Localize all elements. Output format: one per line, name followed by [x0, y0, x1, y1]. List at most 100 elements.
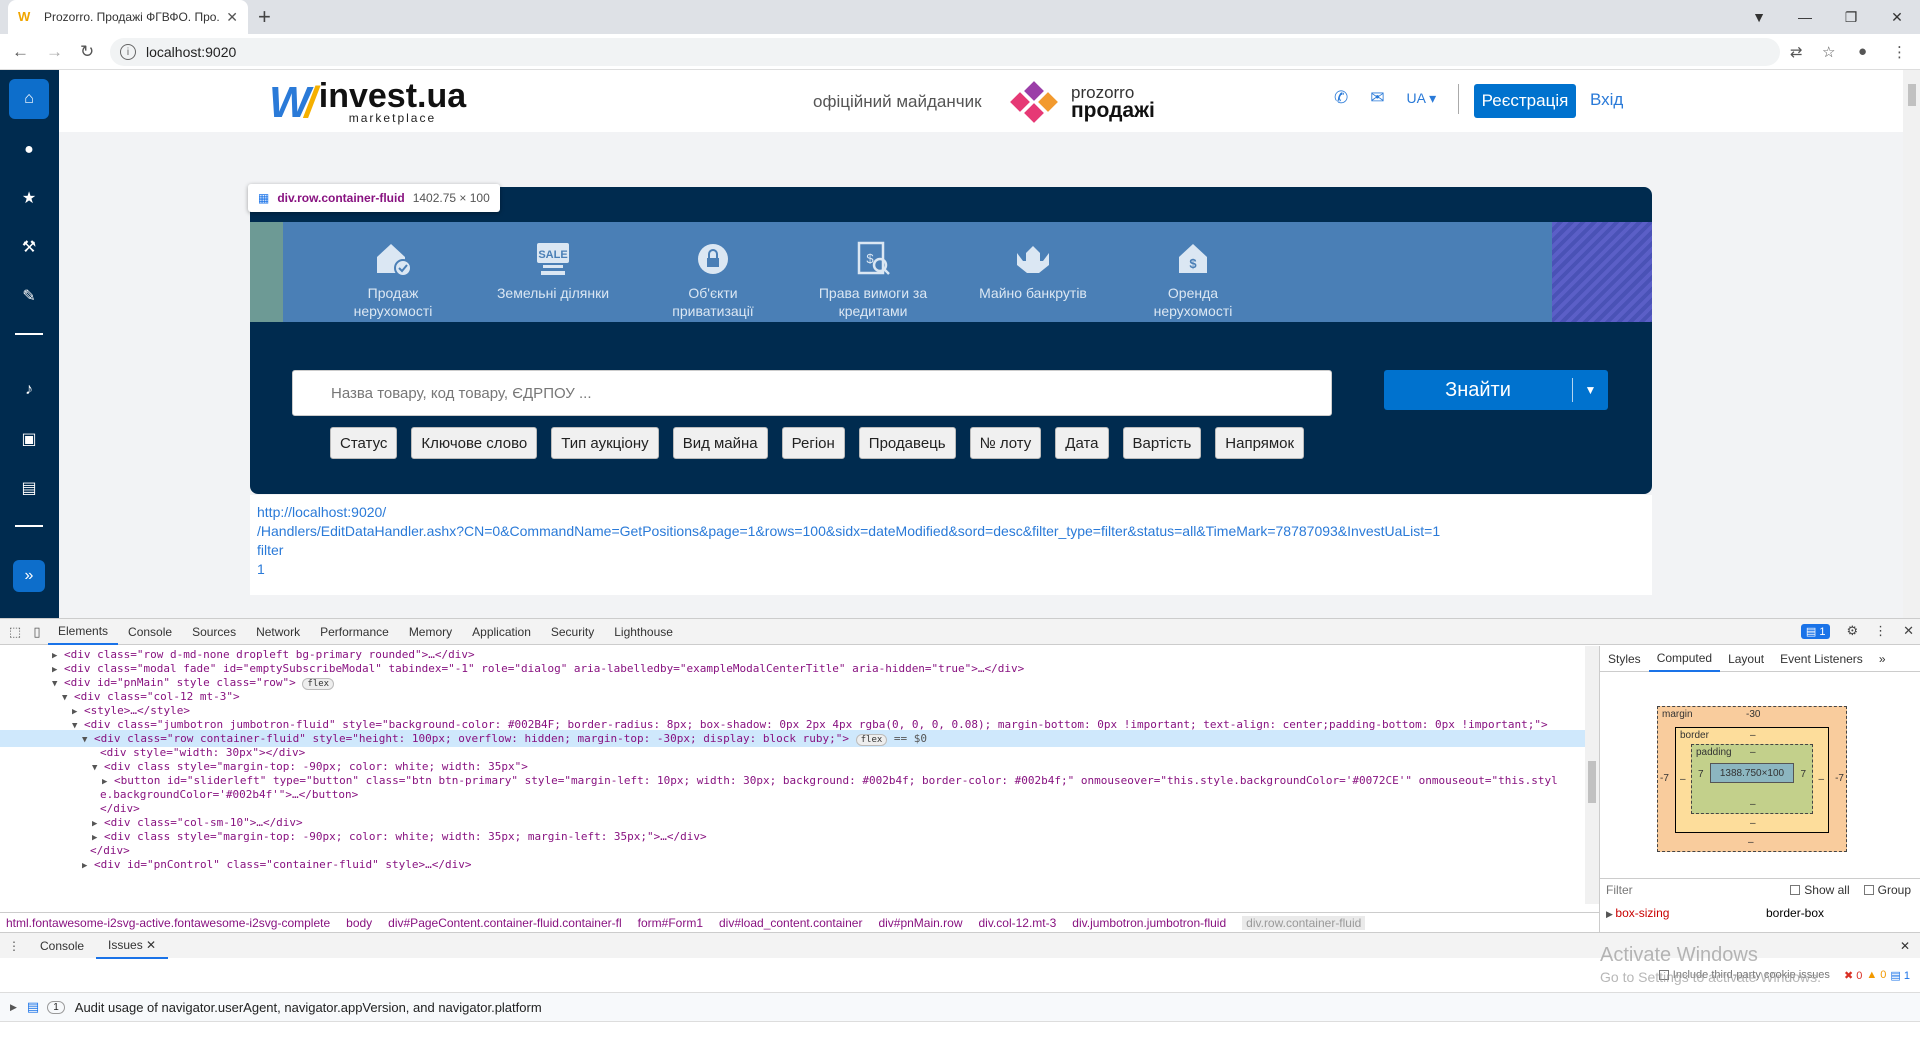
box-padding-right[interactable]: 7: [1800, 769, 1806, 780]
mail-icon[interactable]: ✉: [1370, 88, 1384, 108]
tab-sources[interactable]: Sources: [182, 619, 246, 645]
breadcrumb-item[interactable]: div#PageContent.container-fluid.containe…: [388, 916, 621, 930]
filter-lot-number[interactable]: № лоту: [969, 427, 1042, 459]
tab-memory[interactable]: Memory: [399, 619, 462, 645]
bell-icon[interactable]: ♪: [9, 370, 49, 410]
box-margin-right[interactable]: -7: [1835, 773, 1844, 784]
computed-filter[interactable]: Filter Show all Group: [1600, 878, 1920, 900]
tab-computed[interactable]: Computed: [1648, 646, 1721, 672]
filter-direction[interactable]: Напрямок: [1215, 427, 1305, 459]
user-icon[interactable]: ●: [9, 130, 49, 170]
filter-price[interactable]: Вартість: [1122, 427, 1202, 459]
filter-auction-type[interactable]: Тип аукціону: [551, 427, 659, 459]
dom-scrollbar[interactable]: [1585, 646, 1599, 904]
device-toolbar-icon[interactable]: ▯: [26, 624, 48, 640]
hammer-icon[interactable]: ⚒: [9, 227, 49, 267]
url-field[interactable]: i localhost:9020: [110, 38, 1780, 66]
tab-elements[interactable]: Elements: [48, 619, 119, 645]
issue-item[interactable]: ▶ ▤ 1 Audit usage of navigator.userAgent…: [0, 992, 1920, 1022]
breadcrumb-item[interactable]: div#load_content.container: [719, 916, 862, 930]
drawer-tab-issues[interactable]: Issues ✕: [96, 933, 169, 959]
group-checkbox[interactable]: Group: [1863, 883, 1911, 897]
expand-issue-icon[interactable]: ▶: [10, 1002, 17, 1013]
box-margin-bottom[interactable]: –: [1748, 837, 1754, 848]
browser-tab[interactable]: W Prozorro. Продажі ФГВФО. Про... ✕: [8, 0, 248, 34]
drawer-menu-icon[interactable]: ⋮: [0, 933, 28, 959]
debug-line[interactable]: /Handlers/EditDataHandler.ashx?CN=0&Comm…: [257, 522, 1645, 541]
drawer-tab-console[interactable]: Console: [28, 933, 96, 959]
box-border-right[interactable]: –: [1818, 774, 1824, 785]
pen-icon[interactable]: ✎: [9, 276, 49, 316]
breadcrumb-item[interactable]: form#Form1: [638, 916, 703, 930]
breadcrumb-item[interactable]: body: [346, 916, 372, 930]
more-tabs-icon[interactable]: »: [1871, 646, 1894, 672]
more-options-icon[interactable]: ⋮: [1874, 623, 1887, 639]
box-border-top[interactable]: –: [1750, 730, 1756, 741]
box-margin-left[interactable]: -7: [1660, 773, 1669, 784]
filter-region[interactable]: Регіон: [781, 427, 845, 459]
close-window-icon[interactable]: ✕: [1874, 0, 1920, 34]
filter-seller[interactable]: Продавець: [858, 427, 956, 459]
tab-performance[interactable]: Performance: [310, 619, 399, 645]
settings-gear-icon[interactable]: ⚙: [1846, 623, 1858, 639]
browser-menu-icon[interactable]: ⋮: [1892, 43, 1907, 61]
tab-layout[interactable]: Layout: [1720, 646, 1772, 672]
filter-keyword[interactable]: Ключове слово: [411, 427, 538, 459]
invest-ua-logo[interactable]: W/ invest.ua marketplace: [269, 78, 466, 128]
box-border-bottom[interactable]: –: [1750, 818, 1756, 829]
register-button[interactable]: Реєстрація: [1474, 84, 1576, 118]
box-padding-bottom[interactable]: –: [1750, 799, 1756, 810]
filter-date[interactable]: Дата: [1055, 427, 1109, 459]
tab-styles[interactable]: Styles: [1600, 646, 1649, 672]
profile-avatar-icon[interactable]: ●: [1858, 43, 1867, 60]
star-icon[interactable]: ★: [9, 178, 49, 218]
breadcrumb-current[interactable]: div.row.container-fluid: [1242, 915, 1366, 930]
tab-lighthouse[interactable]: Lighthouse: [604, 619, 683, 645]
restore-icon[interactable]: ❐: [1828, 0, 1874, 34]
home-icon[interactable]: ⌂: [9, 79, 49, 119]
breadcrumb-item[interactable]: div#pnMain.row: [878, 916, 962, 930]
back-icon[interactable]: ←: [12, 42, 29, 62]
translate-icon[interactable]: ⇄: [1790, 43, 1803, 61]
issues-badge[interactable]: ▤ 1: [1800, 623, 1831, 639]
forward-icon[interactable]: →: [46, 42, 63, 62]
page-scroll-thumb[interactable]: [1908, 84, 1916, 106]
box-padding-left[interactable]: 7: [1698, 769, 1704, 780]
tab-application[interactable]: Application: [462, 619, 541, 645]
dom-node[interactable]: ▶ <div id="pnControl" class="container-fl…: [82, 856, 472, 873]
search-input[interactable]: Назва товару, код товару, ЄДРПОУ ...: [292, 370, 1332, 416]
tab-event-listeners[interactable]: Event Listeners: [1772, 646, 1871, 672]
box-border-left[interactable]: –: [1680, 774, 1686, 785]
login-link[interactable]: Вхід: [1590, 90, 1623, 110]
tab-security[interactable]: Security: [541, 619, 604, 645]
show-all-checkbox[interactable]: Show all: [1790, 883, 1850, 897]
flex-badge[interactable]: flex: [855, 734, 888, 746]
find-button[interactable]: Знайти ▼: [1384, 370, 1608, 410]
minimize-icon[interactable]: —: [1782, 0, 1828, 34]
filter-asset-type[interactable]: Вид майна: [672, 427, 768, 459]
category-real-estate-rent[interactable]: $ Оренда нерухомості: [1095, 222, 1291, 322]
find-dropdown-icon[interactable]: ▼: [1573, 383, 1608, 397]
reload-icon[interactable]: ↻: [80, 42, 94, 62]
box-content[interactable]: 1388.750×100: [1710, 763, 1794, 783]
flex-badge[interactable]: flex: [302, 678, 335, 690]
breadcrumb-item[interactable]: html.fontawesome-i2svg-active.fontawesom…: [6, 916, 330, 930]
breadcrumb-item[interactable]: div.jumbotron.jumbotron-fluid: [1072, 916, 1226, 930]
expand-icon[interactable]: »: [13, 560, 45, 592]
bookmark-star-icon[interactable]: ☆: [1822, 43, 1835, 61]
close-tab-icon[interactable]: ✕: [226, 9, 238, 26]
computed-property[interactable]: ▶ box-sizing border-box: [1600, 902, 1920, 924]
new-tab-icon[interactable]: +: [258, 4, 271, 30]
site-info-icon[interactable]: i: [120, 44, 136, 60]
phone-icon[interactable]: ✆: [1334, 88, 1348, 108]
debug-line[interactable]: http://localhost:9020/: [257, 503, 1645, 522]
prozorro-logo[interactable]: prozorro продажі: [1007, 81, 1155, 123]
inspect-element-icon[interactable]: ⬚: [4, 624, 26, 640]
tab-network[interactable]: Network: [246, 619, 310, 645]
tab-console[interactable]: Console: [118, 619, 182, 645]
dom-node[interactable]: ▶ <div class style="margin-top: -90px; co…: [92, 828, 707, 845]
profile-menu-icon[interactable]: ▼: [1736, 0, 1782, 34]
close-devtools-icon[interactable]: ✕: [1903, 623, 1914, 639]
ticket-icon[interactable]: ▣: [9, 419, 49, 459]
close-drawer-icon[interactable]: ✕: [1900, 939, 1920, 953]
